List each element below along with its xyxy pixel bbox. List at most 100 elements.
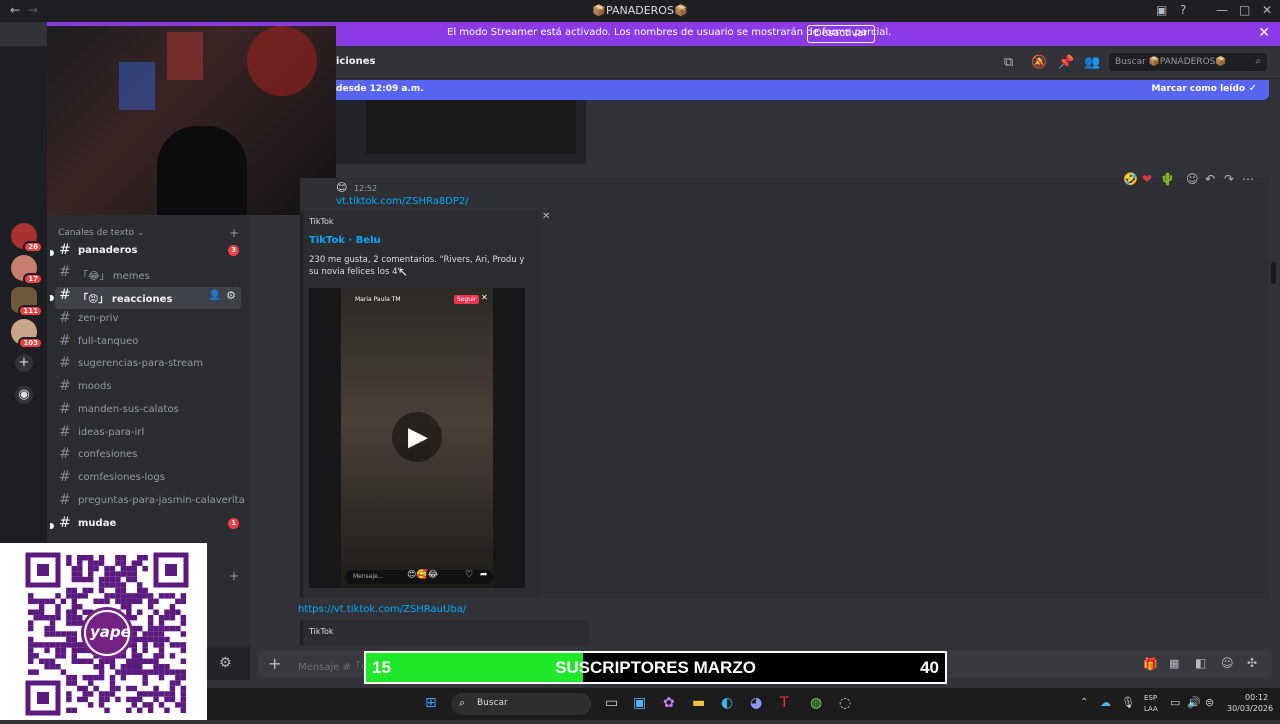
message-link-2[interactable]: https://vt.tiktok.com/ZSHRauUba/ — [298, 604, 466, 615]
follow-button[interactable]: Seguir — [454, 295, 480, 304]
channel-zen-priv[interactable]: # zen-priv — [59, 310, 239, 332]
server-icon[interactable]: 103 — [11, 319, 43, 349]
channel-reacciones[interactable]: # 「😡」 reacciones 👤 ⚙ — [50, 287, 241, 309]
message-link-1[interactable]: vt.tiktok.com/ZSHRa8DP2/ — [336, 196, 469, 207]
server-icon-active[interactable]: 111 — [11, 287, 43, 317]
apps-icon[interactable]: ✣ — [1247, 656, 1257, 670]
qr-module — [104, 593, 110, 599]
deactivate-button[interactable]: Desactivar — [807, 25, 875, 43]
taskbar-search[interactable]: ⌕ Buscar — [451, 693, 591, 715]
channel-manden-sus-calatos[interactable]: # manden-sus-calatos — [59, 401, 239, 423]
qr-module — [131, 576, 137, 583]
copilot-icon[interactable]: ✿ — [663, 695, 675, 711]
discord-icon[interactable]: ◕ — [750, 695, 762, 711]
invite-icon[interactable]: 👤 — [209, 290, 221, 301]
start-icon[interactable]: ⊞ — [425, 695, 437, 711]
channel-full-tanqueo[interactable]: # full-tanqueo — [59, 333, 239, 355]
video-message-bar[interactable]: Mensaje... 😍🥰😂 ♡ ➦ — [345, 570, 493, 584]
like-icon[interactable]: ♡ — [465, 570, 473, 580]
video-player[interactable]: Maria Paula TM Seguir ✕ ▶ Mensaje... 😍🥰😂… — [309, 288, 525, 588]
channel-preguntas[interactable]: # preguntas-para-jasmin-calaverita — [59, 492, 245, 514]
share-icon[interactable]: ➦ — [480, 570, 488, 580]
qr-module — [77, 560, 83, 566]
server-icon[interactable]: 26 — [11, 223, 43, 253]
qr-module — [66, 609, 72, 615]
display-icon[interactable]: ▭ — [1170, 696, 1180, 709]
settings-icon[interactable]: ⚙ — [226, 289, 236, 302]
channel-ideas-para-irl[interactable]: # ideas-para-irl — [59, 424, 239, 446]
clock-time[interactable]: 00:12 — [1245, 693, 1268, 702]
channel-confesiones[interactable]: # confesiones — [59, 446, 239, 468]
task-view-icon[interactable]: ▭ — [605, 695, 618, 711]
qr-module — [147, 636, 154, 643]
server-icon[interactable]: 17 — [11, 255, 43, 285]
discover-icon[interactable]: ◉ — [15, 386, 33, 404]
close-window-icon[interactable]: ✕ — [1262, 3, 1272, 17]
remove-embed-icon[interactable]: ✕ — [542, 211, 550, 222]
new-messages-bar[interactable]: desde 12:09 a.m. Marcar como leído ✓ — [336, 80, 1269, 100]
add-channel-icon[interactable]: + — [229, 569, 239, 583]
network-icon[interactable]: ⊜ — [1205, 696, 1214, 709]
app-icon[interactable]: T — [780, 695, 789, 711]
explorer-icon[interactable]: ▬ — [692, 695, 705, 711]
add-channel-icon[interactable]: + — [229, 226, 239, 240]
channel-mudae[interactable]: # mudae 1 — [50, 515, 239, 537]
close-icon[interactable]: ✕ — [1258, 25, 1270, 41]
qr-module — [55, 614, 61, 621]
language-layout[interactable]: LAA — [1144, 705, 1158, 713]
qr-module — [104, 598, 110, 605]
maximize-icon[interactable]: □ — [1239, 3, 1250, 17]
store-icon[interactable]: ▣ — [633, 695, 646, 711]
mark-read-button[interactable]: Marcar como leído — [1151, 84, 1245, 94]
close-video-icon[interactable]: ✕ — [481, 293, 488, 302]
qr-module — [153, 636, 159, 643]
language-code[interactable]: ESP — [1144, 694, 1157, 702]
minimize-icon[interactable]: — — [1216, 3, 1228, 17]
sticker-icon[interactable]: ◧ — [1195, 656, 1206, 670]
app-icon[interactable]: ◍ — [810, 695, 822, 711]
edge-icon[interactable]: ◐ — [721, 695, 733, 711]
qr-module — [115, 555, 121, 561]
channel-sugerencias[interactable]: # sugerencias-para-stream — [59, 355, 239, 377]
onedrive-icon[interactable]: ☁ — [1100, 696, 1111, 709]
category-header[interactable]: Canales de texto ⌄ — [58, 228, 144, 238]
channel-memes[interactable]: # 「😂」 memes — [59, 264, 239, 286]
mute-icon[interactable]: 🔕 — [1031, 55, 1047, 70]
gif-icon[interactable]: ▦ — [1169, 657, 1179, 670]
user-settings-icon[interactable]: ⚙ — [219, 655, 232, 671]
tiktok-embed: TikTok ✕ TikTok · Belu 230 me gusta, 2 c… — [300, 211, 550, 598]
forward-icon[interactable]: ↷ — [1224, 172, 1234, 186]
add-reaction-icon[interactable]: ☺ — [1186, 172, 1199, 186]
embed-title[interactable]: TikTok · Belu — [309, 235, 381, 246]
video-thumbnail[interactable] — [366, 100, 576, 154]
clock-date[interactable]: 30/03/2026 — [1227, 704, 1273, 713]
qr-module — [33, 669, 39, 675]
mic-icon[interactable]: 🎙 — [1121, 696, 1135, 709]
tray-chevron-icon[interactable]: ⌃ — [1080, 697, 1088, 708]
help-icon[interactable]: ? — [1180, 3, 1186, 17]
search-input[interactable]: Buscar 📦PANADEROS📦 ⌕ — [1109, 53, 1267, 71]
channel-panaderos[interactable]: # panaderos 3 — [50, 242, 239, 264]
members-icon[interactable]: 👥 — [1084, 55, 1100, 70]
scrollbar-thumb[interactable] — [1271, 262, 1276, 284]
attach-icon[interactable]: + — [268, 654, 281, 673]
threads-icon[interactable]: ⧉ — [1004, 55, 1013, 70]
pin-icon[interactable]: 📌 — [1058, 55, 1074, 70]
reaction-heart-icon[interactable]: ❤ — [1142, 172, 1152, 186]
qr-module — [169, 614, 176, 621]
play-button[interactable]: ▶ — [392, 412, 442, 462]
app-icon[interactable]: ◌ — [839, 695, 851, 711]
volume-icon[interactable]: 🔊 — [1187, 696, 1201, 709]
channel-comfesiones-logs[interactable]: # comfesiones-logs — [59, 469, 239, 491]
qr-module — [49, 614, 56, 621]
more-icon[interactable]: ⋯ — [1242, 172, 1254, 186]
gift-icon[interactable]: 🎁 — [1143, 657, 1158, 671]
reply-icon[interactable]: ↶ — [1205, 172, 1215, 186]
reaction-laugh-icon[interactable]: 🤣 — [1123, 172, 1138, 186]
reaction-custom-icon[interactable]: 🌵 — [1160, 172, 1175, 186]
qr-module — [115, 593, 121, 599]
emoji-picker-icon[interactable]: ☺ — [1221, 656, 1234, 670]
add-server-icon[interactable]: + — [15, 354, 33, 372]
channel-moods[interactable]: # moods — [59, 378, 239, 400]
inbox-icon[interactable]: ▣ — [1156, 3, 1167, 17]
